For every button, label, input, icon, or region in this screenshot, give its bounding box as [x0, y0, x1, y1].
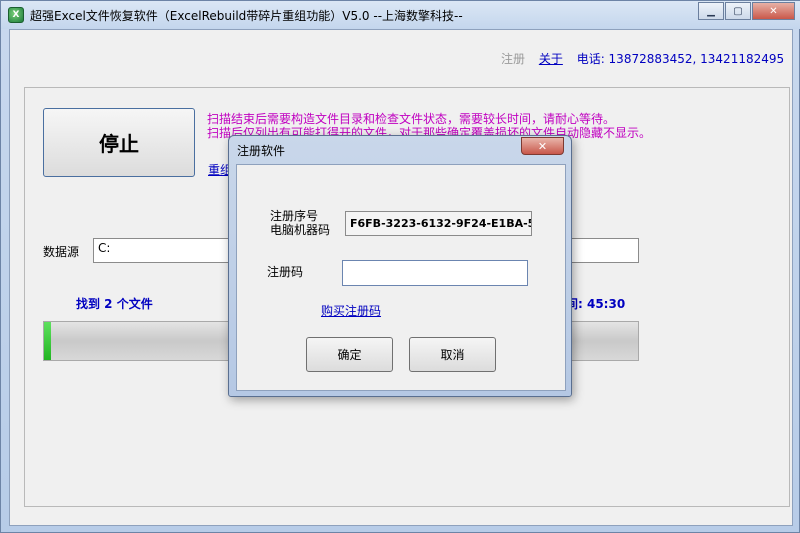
ok-button[interactable]: 确定	[306, 337, 393, 372]
dialog-title: 注册软件	[237, 144, 286, 158]
source-label: 数据源	[43, 245, 80, 259]
app-icon: X	[8, 7, 24, 23]
serial-label: 注册序号 电脑机器码	[270, 209, 330, 237]
serial-label-line-2: 电脑机器码	[270, 223, 331, 237]
phone-label: 电话: 13872883452, 13421182495	[576, 52, 785, 66]
regcode-label: 注册码	[267, 265, 304, 279]
elapsed-time-label: 间: 45:30	[566, 297, 626, 311]
regcode-input[interactable]	[342, 260, 528, 286]
found-files-label: 找到 2 个文件	[76, 297, 153, 311]
dialog-client-area: 注册序号 电脑机器码 F6FB-3223-6132-9F24-E1BA-5C 注…	[236, 164, 566, 391]
machine-code-field[interactable]: F6FB-3223-6132-9F24-E1BA-5C	[345, 211, 532, 236]
close-button[interactable]: ✕	[752, 2, 795, 20]
cancel-button[interactable]: 取消	[409, 337, 496, 372]
serial-label-line-1: 注册序号	[270, 209, 319, 223]
minimize-button[interactable]: ▁	[698, 2, 724, 20]
caption-buttons: ▁ ▢ ✕	[697, 2, 795, 20]
register-dialog: 注册软件 ✕ 注册序号 电脑机器码 F6FB-3223-6132-9F24-E1…	[228, 135, 572, 397]
about-link[interactable]: 关于	[539, 52, 563, 66]
stop-button[interactable]: 停止	[43, 108, 195, 177]
dialog-close-button[interactable]: ✕	[521, 137, 564, 155]
buy-code-link[interactable]: 购买注册码	[321, 302, 381, 319]
title-bar[interactable]: X 超强Excel文件恢复软件（ExcelRebuild带碎片重组功能）V5.0…	[1, 1, 800, 29]
top-links: 注册 关于 电话: 13872883452, 13421182495	[501, 50, 794, 67]
register-link[interactable]: 注册	[501, 52, 525, 66]
progress-fill	[44, 322, 52, 360]
maximize-button[interactable]: ▢	[725, 2, 751, 20]
hint-line-1: 扫描结束后需要构造文件目录和检查文件状态，需要较长时间，请耐心等待。	[207, 112, 616, 126]
window-title: 超强Excel文件恢复软件（ExcelRebuild带碎片重组功能）V5.0 -…	[30, 9, 463, 23]
